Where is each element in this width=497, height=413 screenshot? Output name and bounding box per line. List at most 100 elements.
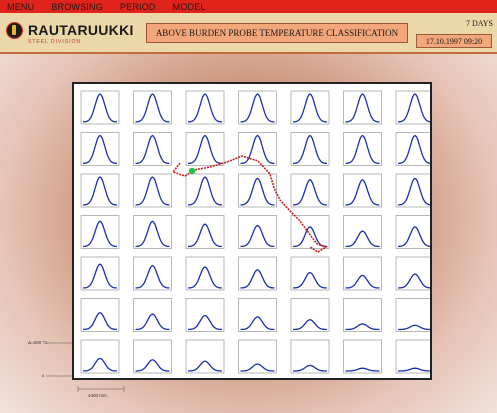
temperature-profile-curve	[397, 226, 430, 248]
menu-item-browsing[interactable]: BROWSING	[51, 2, 103, 12]
datetime-display: 17.10.1997 09:20	[416, 34, 492, 48]
probe-cell-r2-c2[interactable]	[133, 132, 172, 166]
distance-scale-label: 4400 mm	[88, 393, 107, 398]
probe-cell-r2-c1[interactable]	[80, 132, 120, 166]
temperature-profile-curve	[398, 367, 430, 372]
temperature-profile-curve	[397, 273, 430, 289]
probe-cell-r6-c2[interactable]	[133, 298, 172, 332]
temperature-profile-curve	[135, 220, 170, 248]
temperature-profile-curve	[240, 269, 275, 289]
period-label[interactable]: 7 DAYS	[413, 19, 493, 30]
temperature-profile-curve	[292, 226, 328, 248]
temperature-profile-curve	[187, 223, 223, 248]
probe-cell-r7-c1[interactable]	[80, 339, 120, 374]
probe-cell-r3-c3[interactable]	[185, 173, 225, 208]
probe-cell-r6-c3[interactable]	[185, 298, 225, 332]
menu-bar: MENU BROWSING PERIOD MODEL	[0, 0, 497, 13]
probe-cell-r3-c1[interactable]	[80, 173, 120, 208]
temperature-profile-curve	[345, 367, 380, 372]
probe-cell-r1-c2[interactable]	[133, 90, 172, 125]
temperature-profile-curve	[188, 134, 222, 165]
probe-cell-r4-c6[interactable]	[343, 215, 382, 249]
temperature-profile-curve	[345, 230, 380, 248]
probe-cell-r5-c2[interactable]	[133, 256, 172, 291]
temperature-profile-curve	[240, 363, 275, 372]
temperature-profile-curve	[398, 177, 430, 206]
temperature-profile-curve	[83, 93, 117, 123]
probe-cell-r4-c3[interactable]	[185, 215, 225, 249]
temperature-profile-curve	[398, 93, 430, 123]
temperature-profile-curve	[292, 271, 328, 289]
probe-curves-svg	[80, 90, 430, 374]
x-axis-label: x	[42, 373, 45, 378]
probe-cell-r5-c4[interactable]	[238, 256, 277, 291]
menu-item-model[interactable]: MODEL	[173, 2, 206, 12]
temperature-profile-curve	[188, 176, 222, 206]
temperature-profile-curve	[345, 179, 380, 206]
probe-cell-r1-c5[interactable]	[290, 90, 330, 125]
probe-cell-r2-c6[interactable]	[343, 132, 382, 166]
probe-cell-r2-c5[interactable]	[290, 132, 330, 166]
probe-cell-r6-c6[interactable]	[343, 298, 382, 332]
probe-cell-r6-c7[interactable]	[395, 298, 430, 332]
probe-cell-r2-c4[interactable]	[238, 132, 277, 166]
probe-cell-r5-c6[interactable]	[343, 256, 382, 291]
probe-cell-r4-c7[interactable]	[395, 215, 430, 249]
probe-cell-r1-c1[interactable]	[80, 90, 120, 125]
menu-item-period[interactable]: PERIOD	[120, 2, 156, 12]
probe-cell-r3-c2[interactable]	[133, 173, 172, 208]
probe-cell-r1-c4[interactable]	[238, 90, 277, 125]
probe-cell-r6-c5[interactable]	[290, 298, 330, 332]
temperature-profile-curve	[82, 311, 118, 331]
temperature-profile-curve	[240, 93, 275, 123]
probe-cell-r1-c3[interactable]	[185, 90, 225, 125]
logo-emblem-icon	[6, 22, 23, 39]
temperature-profile-curve	[188, 360, 222, 372]
probe-cell-r2-c3[interactable]	[185, 132, 225, 166]
probe-cell-r7-c7[interactable]	[395, 339, 430, 374]
menu-item-menu[interactable]: MENU	[7, 2, 34, 12]
probe-cell-r7-c3[interactable]	[185, 339, 225, 374]
temperature-profile-curve	[293, 93, 327, 123]
probe-cell-r7-c6[interactable]	[343, 339, 382, 374]
temperature-profile-curve	[135, 313, 170, 331]
probe-cell-r4-c5[interactable]	[290, 215, 330, 249]
temperature-scale-label: Δ=600 °C	[28, 340, 48, 345]
probe-cell-r7-c5[interactable]	[290, 339, 330, 374]
probe-cell-r2-c7[interactable]	[395, 132, 430, 166]
probe-cell-r5-c7[interactable]	[395, 256, 430, 291]
probe-cell-r6-c4[interactable]	[238, 298, 277, 332]
logo-text: RAUTARUUKKI	[28, 22, 134, 38]
header-bar: RAUTARUUKKI STEEL DIVISION ABOVE BURDEN …	[0, 13, 497, 54]
current-state-marker	[188, 167, 196, 175]
probe-cell-r7-c4[interactable]	[238, 339, 277, 374]
temperature-profile-curve	[293, 134, 327, 165]
probe-cell-r3-c7[interactable]	[395, 173, 430, 208]
temperature-profile-curve	[187, 266, 223, 289]
probe-cell-r3-c5[interactable]	[290, 173, 330, 208]
temperature-profile-curve	[292, 179, 328, 206]
temperature-profile-curve	[83, 176, 117, 206]
probe-classification-grid	[72, 82, 432, 380]
temperature-profile-curve	[240, 134, 275, 165]
probe-cell-r1-c6[interactable]	[343, 90, 382, 125]
temperature-profile-curve	[135, 134, 170, 165]
temperature-profile-curve	[135, 176, 170, 206]
probe-cell-r1-c7[interactable]	[395, 90, 430, 125]
probe-cell-r5-c3[interactable]	[185, 256, 225, 291]
probe-cell-r6-c1[interactable]	[80, 298, 120, 332]
probe-cell-r7-c2[interactable]	[133, 339, 172, 374]
probe-cell-r5-c5[interactable]	[290, 256, 330, 291]
temperature-profile-curve	[135, 264, 170, 289]
temperature-profile-curve	[135, 359, 170, 372]
probe-cell-r5-c1[interactable]	[80, 256, 120, 291]
probe-cell-r4-c2[interactable]	[133, 215, 172, 249]
temperature-profile-curve	[188, 93, 222, 123]
probe-cell-r3-c6[interactable]	[343, 173, 382, 208]
temperature-profile-curve	[240, 177, 275, 206]
probe-cell-r4-c4[interactable]	[238, 215, 277, 249]
temperature-profile-curve	[345, 274, 380, 289]
probe-cell-r4-c1[interactable]	[80, 215, 120, 249]
temperature-profile-curve	[345, 323, 380, 331]
temperature-profile-curve	[240, 224, 275, 248]
